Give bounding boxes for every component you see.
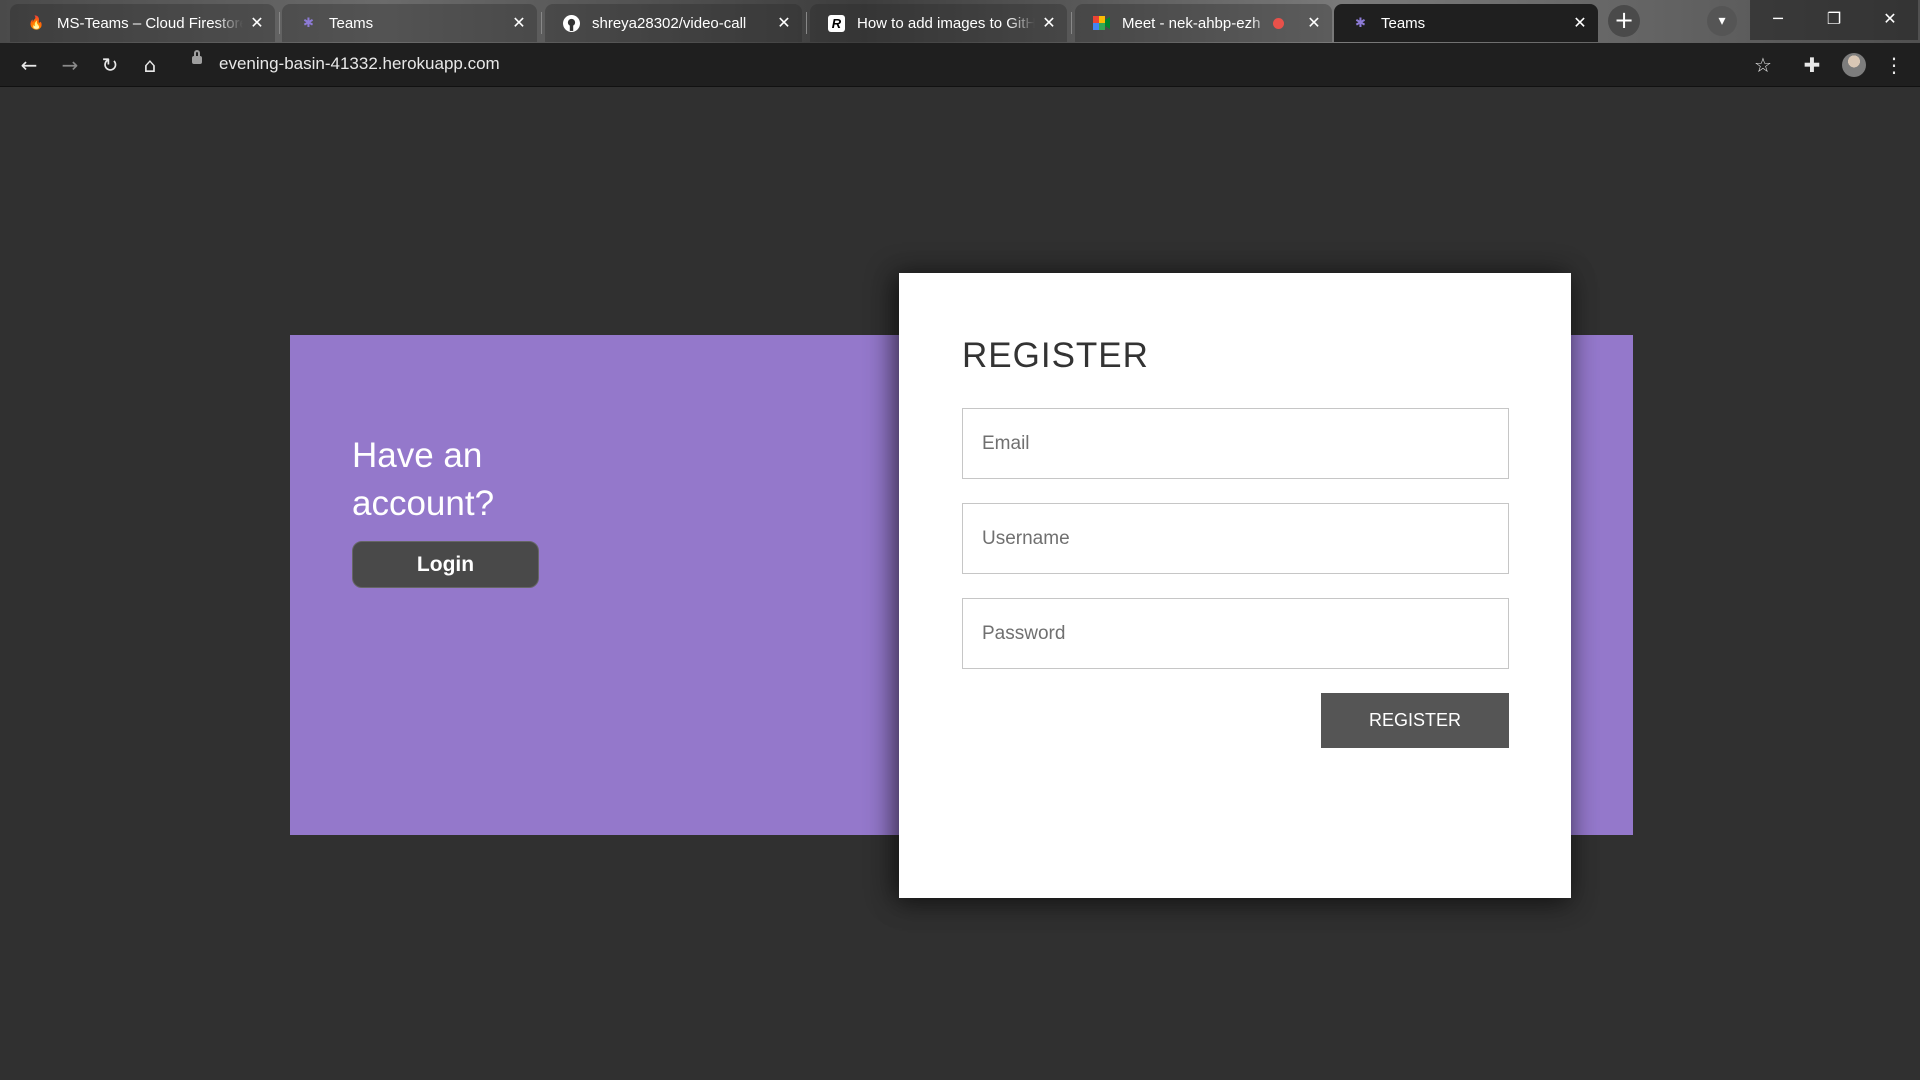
tab-title: How to add images to GitHub — [857, 14, 1035, 32]
home-icon[interactable]: ⌂ — [136, 51, 164, 79]
register-card: REGISTER REGISTER — [899, 273, 1571, 898]
password-field[interactable] — [962, 598, 1509, 669]
bookmark-star-icon[interactable]: ☆ — [1749, 51, 1777, 79]
profile-avatar[interactable] — [1842, 53, 1866, 77]
have-account-heading: Have an account? — [352, 436, 495, 523]
login-button[interactable]: Login — [352, 541, 539, 588]
tab-divider — [806, 12, 807, 34]
menu-kebab-icon[interactable]: ⋮ — [1880, 51, 1908, 79]
teams-icon: ✱ — [303, 15, 314, 30]
reload-icon[interactable]: ↻ — [96, 51, 124, 79]
tab-divider — [1071, 12, 1072, 34]
browser-tab[interactable]: Meet - nek-ahbp-ezh ✕ — [1075, 4, 1332, 42]
tab-title: Meet - nek-ahbp-ezh — [1122, 14, 1261, 32]
tab-title: Teams — [329, 14, 374, 32]
tab-title: shreya28302/video-call — [592, 14, 747, 32]
close-icon[interactable]: ✕ — [249, 13, 265, 33]
extensions-puzzle-icon[interactable]: ✚ — [1798, 51, 1826, 79]
address-bar[interactable]: evening-basin-41332.herokuapp.com — [219, 54, 500, 74]
teams-icon: ✱ — [1355, 15, 1366, 30]
browser-tab[interactable]: shreya28302/video-call ✕ — [545, 4, 802, 42]
browser-tab[interactable]: ✱ Teams ✕ — [282, 4, 537, 42]
browser-tab-active[interactable]: ✱ Teams ✕ — [1334, 4, 1598, 42]
r-logo-icon: R — [828, 14, 845, 32]
new-tab-button[interactable]: + — [1608, 5, 1640, 37]
tab-search-icon[interactable]: ▾ — [1707, 6, 1737, 36]
tab-divider — [279, 12, 280, 34]
tab-strip: 🔥 MS-Teams – Cloud Firestore ✕ ✱ Teams ✕… — [0, 0, 1920, 43]
tab-divider — [541, 12, 542, 34]
register-title: REGISTER — [962, 336, 1149, 375]
close-icon[interactable]: ✕ — [511, 13, 527, 33]
forward-icon[interactable]: → — [56, 51, 84, 79]
browser-tab[interactable]: R How to add images to GitHub ✕ — [810, 4, 1067, 42]
restore-icon[interactable]: ❐ — [1806, 0, 1862, 40]
lock-icon — [192, 50, 202, 64]
close-icon[interactable]: ✕ — [1572, 13, 1588, 33]
tab-title: MS-Teams – Cloud Firestore — [57, 14, 243, 32]
username-field[interactable] — [962, 503, 1509, 574]
recording-indicator-icon — [1273, 17, 1284, 29]
register-button[interactable]: REGISTER — [1321, 693, 1509, 748]
close-window-icon[interactable]: ✕ — [1862, 0, 1918, 40]
google-meet-icon — [1093, 15, 1110, 32]
back-icon[interactable]: ← — [15, 51, 43, 79]
email-field[interactable] — [962, 408, 1509, 479]
github-icon — [563, 14, 580, 32]
minimize-icon[interactable]: ─ — [1750, 0, 1806, 40]
firebase-icon: 🔥 — [28, 15, 45, 30]
close-icon[interactable]: ✕ — [1306, 13, 1322, 33]
close-icon[interactable]: ✕ — [1041, 13, 1057, 33]
browser-tab[interactable]: 🔥 MS-Teams – Cloud Firestore ✕ — [10, 4, 275, 42]
tab-title: Teams — [1381, 14, 1426, 32]
close-icon[interactable]: ✕ — [776, 13, 792, 33]
